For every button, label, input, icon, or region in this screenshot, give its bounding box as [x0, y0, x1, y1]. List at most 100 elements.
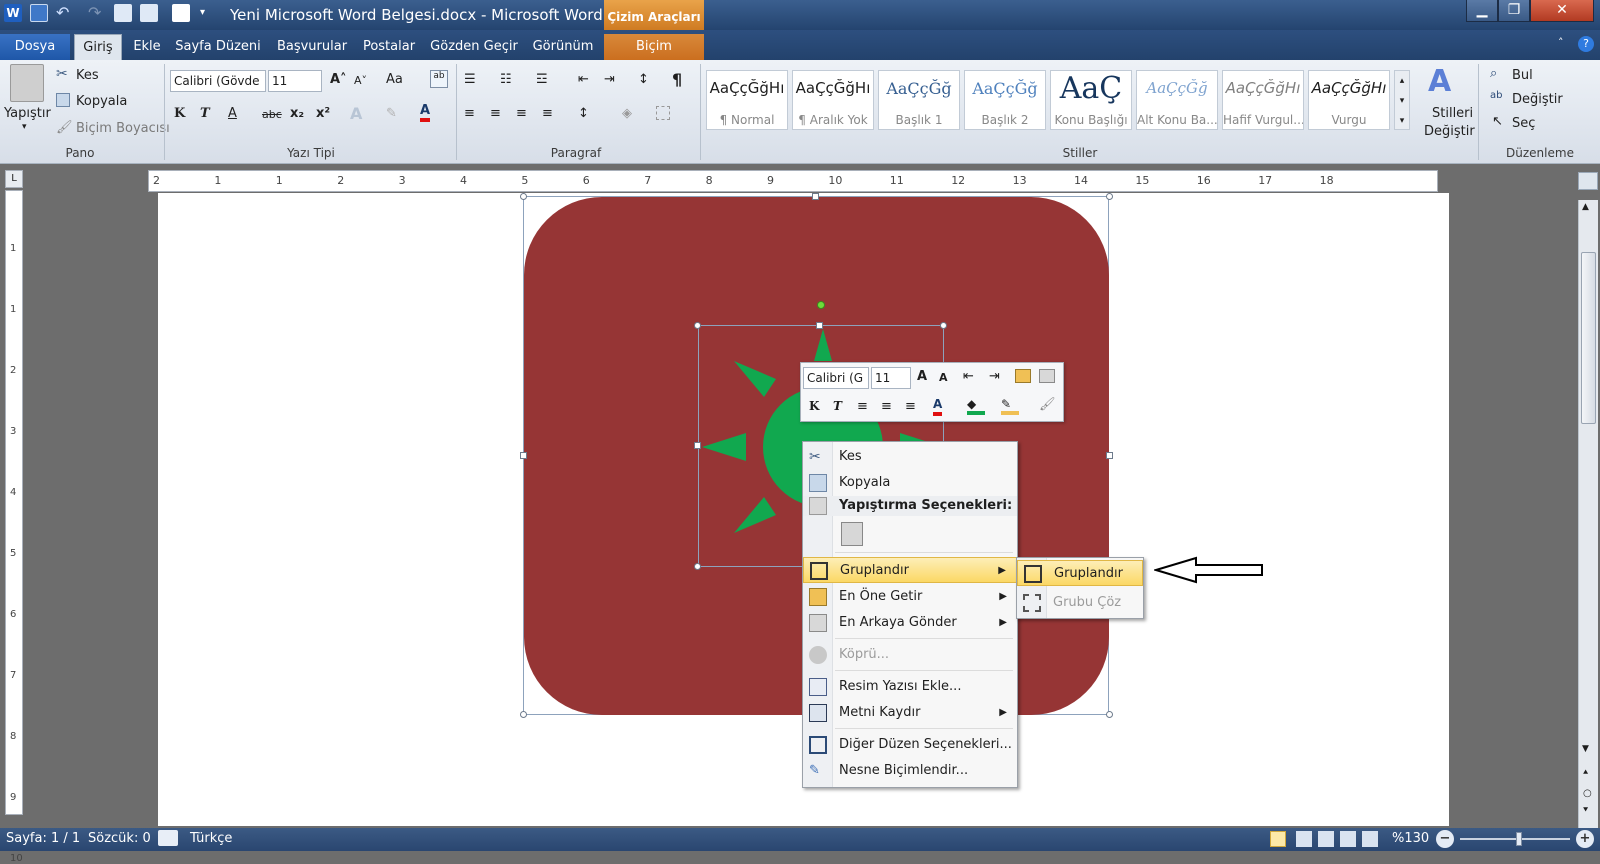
bold-button[interactable]: K [174, 106, 185, 121]
tab-file[interactable]: Dosya [0, 34, 70, 60]
tab-mailings[interactable]: Postalar [360, 34, 418, 60]
menu-item-more-layout[interactable]: Diğer Düzen Seçenekleri... [803, 732, 1017, 758]
outline-view-icon[interactable] [1340, 831, 1356, 847]
menu-item-format-object[interactable]: ✎ Nesne Biçimlendir... [803, 758, 1017, 784]
mini-align-center-icon[interactable]: ≡ [857, 399, 868, 414]
style-heading-2[interactable]: AaÇçĞğ Başlık 2 [964, 70, 1046, 130]
vertical-ruler[interactable]: 1 1 2 3 4 5 6 7 8 9 10 [5, 190, 23, 864]
mini-increase-indent-icon[interactable]: ⇥ [989, 369, 1000, 384]
scroll-down-icon[interactable]: ▼ [1582, 744, 1589, 754]
style-emphasis[interactable]: AaÇçĞğHı Vurgu [1308, 70, 1390, 130]
minimize-button[interactable]: ▁ [1466, 0, 1498, 22]
menu-item-send-back[interactable]: En Arkaya Gönder ▶ [803, 610, 1017, 636]
paste-option-icon[interactable] [841, 522, 863, 546]
draft-view-icon[interactable] [1362, 831, 1378, 847]
resize-handle[interactable] [1106, 193, 1113, 200]
align-left-icon[interactable]: ≡ [464, 106, 475, 121]
resize-handle[interactable] [520, 193, 527, 200]
change-styles-label-1[interactable]: Stilleri [1432, 106, 1473, 121]
resize-handle[interactable] [1106, 452, 1113, 459]
zoom-slider-thumb[interactable] [1516, 832, 1522, 846]
resize-handle[interactable] [694, 563, 701, 570]
strikethrough-button[interactable]: abc [262, 108, 282, 121]
next-page-icon[interactable]: ⯆ [1582, 806, 1589, 816]
style-subtle-emphasis[interactable]: AaÇçĞğHı Hafif Vurgul... [1222, 70, 1304, 130]
mini-italic-button[interactable]: T [833, 399, 842, 413]
align-right-icon[interactable]: ≡ [516, 106, 527, 121]
change-case-button[interactable]: Aa [386, 72, 403, 87]
italic-button[interactable]: T [200, 106, 210, 121]
redo-icon[interactable]: ↷ [88, 4, 106, 22]
view-ruler-icon[interactable] [1578, 172, 1598, 190]
change-styles-label-2[interactable]: Değiştir [1424, 124, 1475, 139]
text-effects-icon[interactable]: A [350, 104, 362, 123]
paste-icon[interactable] [10, 64, 44, 102]
grow-font-button[interactable]: A˄ [330, 72, 347, 87]
sort-icon[interactable]: ↕ [638, 72, 649, 87]
zoom-slider[interactable] [1460, 838, 1570, 840]
tab-selector[interactable]: L [5, 170, 23, 188]
page-count[interactable]: Sayfa: 1 / 1 [6, 831, 80, 846]
mini-bold-button[interactable]: K [809, 399, 819, 413]
select-button[interactable]: Seç [1512, 116, 1535, 131]
cut-button[interactable]: Kes [76, 68, 99, 83]
resize-handle[interactable] [520, 711, 527, 718]
paste-button[interactable]: Yapıştır [4, 106, 51, 121]
borders-icon[interactable] [656, 106, 670, 120]
tab-home[interactable]: Giriş [74, 34, 122, 60]
shading-icon[interactable]: ◈ [622, 106, 632, 121]
tab-page-layout[interactable]: Sayfa Düzeni [172, 34, 264, 60]
menu-item-wrap-text[interactable]: Metni Kaydır ▶ [803, 700, 1017, 726]
style-subtitle[interactable]: AaÇçĞğ Alt Konu Ba... [1136, 70, 1218, 130]
highlight-icon[interactable]: ✎ [386, 106, 397, 121]
menu-item-copy[interactable]: Kopyala [803, 470, 1017, 496]
styles-scroll-icon[interactable]: ▴ ▾ ▾ [1394, 70, 1410, 130]
print-preview-icon[interactable] [114, 4, 132, 22]
browse-object-icon[interactable]: ○ [1583, 788, 1592, 799]
font-size-combo[interactable]: 11 [268, 70, 322, 92]
zoom-in-icon[interactable]: + [1576, 830, 1594, 848]
replace-button[interactable]: Değiştir [1512, 92, 1563, 107]
underline-button[interactable]: A [228, 106, 237, 121]
resize-handle[interactable] [816, 322, 823, 329]
resize-handle[interactable] [694, 322, 701, 329]
style-heading-1[interactable]: AaÇçĞğ Başlık 1 [878, 70, 960, 130]
full-screen-view-icon[interactable] [1296, 831, 1312, 847]
show-marks-button[interactable]: ¶ [672, 70, 682, 89]
style-normal[interactable]: AaÇçĞğHı ¶ Normal [706, 70, 788, 130]
mini-align-left-icon[interactable]: ≡ [881, 399, 892, 414]
copy-button[interactable]: Kopyala [76, 94, 127, 109]
superscript-button[interactable]: x² [316, 106, 330, 121]
menu-item-cut[interactable]: ✂ Kes [803, 444, 1017, 470]
new-document-icon[interactable] [172, 4, 190, 22]
line-spacing-icon[interactable]: ↕ [578, 106, 589, 121]
mini-bring-front-icon[interactable] [1015, 369, 1031, 383]
mini-size-combo[interactable]: 11 [871, 367, 911, 389]
save-icon[interactable] [30, 4, 48, 22]
menu-item-insert-caption[interactable]: Resim Yazısı Ekle... [803, 674, 1017, 700]
format-painter-button[interactable]: Biçim Boyacısı [76, 121, 170, 136]
tab-review[interactable]: Gözden Geçir [428, 34, 520, 60]
proofing-icon[interactable] [158, 830, 178, 846]
find-button[interactable]: Bul [1512, 68, 1533, 83]
clear-format-icon[interactable]: ab [430, 70, 448, 88]
justify-icon[interactable]: ≡ [542, 106, 553, 121]
style-no-spacing[interactable]: AaÇçĞğHı ¶ Aralık Yok [792, 70, 874, 130]
mini-grow-font-icon[interactable]: A [917, 369, 927, 384]
resize-handle[interactable] [520, 452, 527, 459]
font-color-button[interactable]: A [420, 104, 431, 122]
menu-item-bring-front[interactable]: En Öne Getir ▶ [803, 584, 1017, 610]
print-layout-view-icon[interactable] [1270, 831, 1286, 847]
style-title[interactable]: AaÇ Konu Başlığı [1050, 70, 1132, 130]
qat-customize-icon[interactable]: ▾ [200, 4, 218, 22]
decrease-indent-icon[interactable]: ⇤ [578, 72, 589, 87]
ribbon-collapse-icon[interactable]: ˄ [1558, 36, 1564, 49]
font-name-combo[interactable]: Calibri (Gövde [170, 70, 266, 92]
mini-justify-icon[interactable]: ≡ [905, 399, 916, 414]
zoom-level[interactable]: %130 [1392, 831, 1429, 846]
previous-page-icon[interactable]: ⯅ [1582, 768, 1589, 778]
mini-format-painter-icon[interactable]: 🖌 [1039, 397, 1056, 412]
mini-send-back-icon[interactable] [1039, 369, 1055, 383]
mini-decrease-indent-icon[interactable]: ⇤ [963, 369, 974, 384]
subscript-button[interactable]: x₂ [290, 106, 304, 121]
